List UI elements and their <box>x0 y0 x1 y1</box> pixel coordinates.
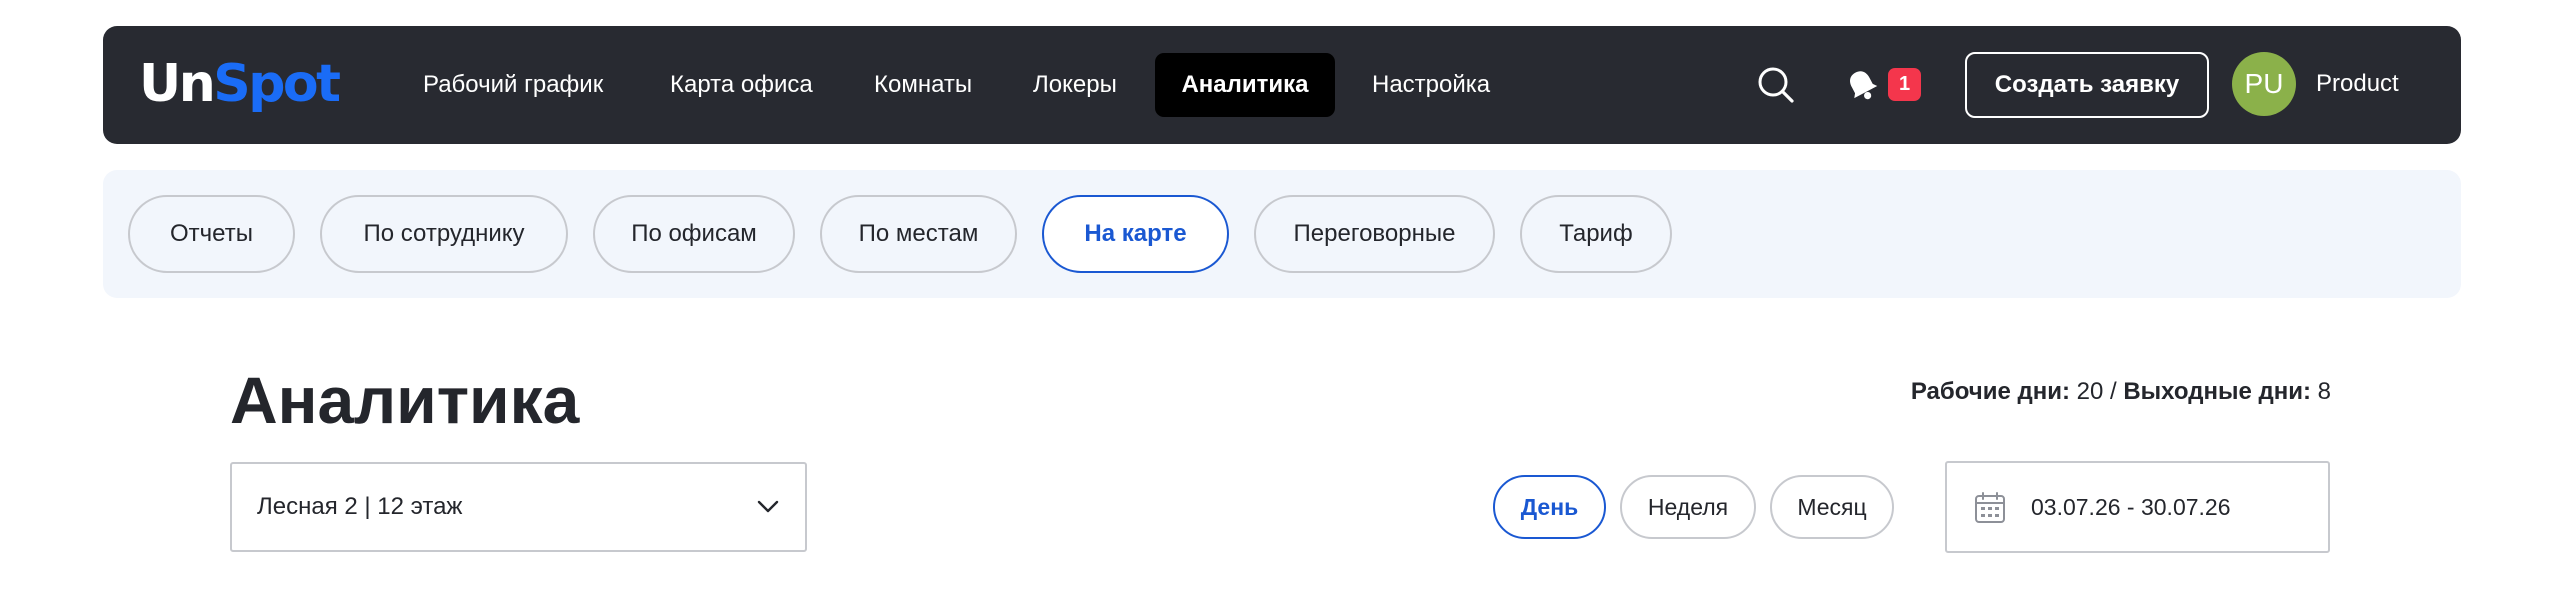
weekends-value: 8 <box>2317 378 2331 405</box>
period-month-button[interactable]: Месяц <box>1770 475 1894 539</box>
floor-select[interactable]: Лесная 2 | 12 этаж <box>230 462 807 552</box>
nav-item-rooms[interactable]: Комнаты <box>874 53 972 117</box>
logo-text-spot: Spot <box>213 54 341 114</box>
nav-item-analytics[interactable]: Аналитика <box>1155 53 1335 117</box>
nav-item-work-schedule[interactable]: Рабочий график <box>423 53 603 117</box>
search-icon[interactable] <box>1756 65 1796 105</box>
chevron-down-icon <box>757 500 779 513</box>
logo-text-un: Un <box>139 54 216 114</box>
tab-by-offices[interactable]: По офисам <box>593 195 795 273</box>
bell-icon[interactable] <box>1844 67 1880 103</box>
date-range-picker[interactable]: 03.07.26 - 30.07.26 <box>1945 461 2330 553</box>
avatar[interactable]: PU <box>2232 52 2296 116</box>
tab-meeting-rooms[interactable]: Переговорные <box>1254 195 1495 273</box>
notification-count-badge: 1 <box>1888 68 1921 101</box>
period-day-button[interactable]: День <box>1493 475 1606 539</box>
nav-item-settings[interactable]: Настройка <box>1372 53 1490 117</box>
unspot-logo[interactable]: UnSpot <box>139 52 341 116</box>
calendar-icon <box>1975 492 2005 523</box>
days-separator: / <box>2109 378 2117 405</box>
tab-on-map[interactable]: На карте <box>1042 195 1229 273</box>
weekends-label: Выходные дни: <box>2123 378 2311 405</box>
days-summary: Рабочие дни: 20 / Выходные дни: 8 <box>1911 372 2331 412</box>
tab-by-seats[interactable]: По местам <box>820 195 1017 273</box>
tab-by-employee[interactable]: По сотруднику <box>320 195 568 273</box>
user-name[interactable]: Product <box>2316 52 2399 116</box>
top-navigation-bar: UnSpot Рабочий график Карта офиса Комнат… <box>103 26 2461 144</box>
workdays-label: Рабочие дни: <box>1910 378 2070 405</box>
page-title: Аналитика <box>230 363 580 437</box>
period-week-button[interactable]: Неделя <box>1620 475 1756 539</box>
create-request-button[interactable]: Создать заявку <box>1965 52 2209 118</box>
tab-reports[interactable]: Отчеты <box>128 195 295 273</box>
workdays-value: 20 <box>2076 378 2104 405</box>
nav-item-office-map[interactable]: Карта офиса <box>670 53 813 117</box>
date-range-value: 03.07.26 - 30.07.26 <box>2031 494 2231 520</box>
tab-tariff[interactable]: Тариф <box>1520 195 1672 273</box>
floor-select-value: Лесная 2 | 12 этаж <box>257 493 463 520</box>
analytics-subnav: Отчеты По сотруднику По офисам По местам… <box>103 170 2461 298</box>
nav-item-lockers[interactable]: Локеры <box>1033 53 1117 117</box>
